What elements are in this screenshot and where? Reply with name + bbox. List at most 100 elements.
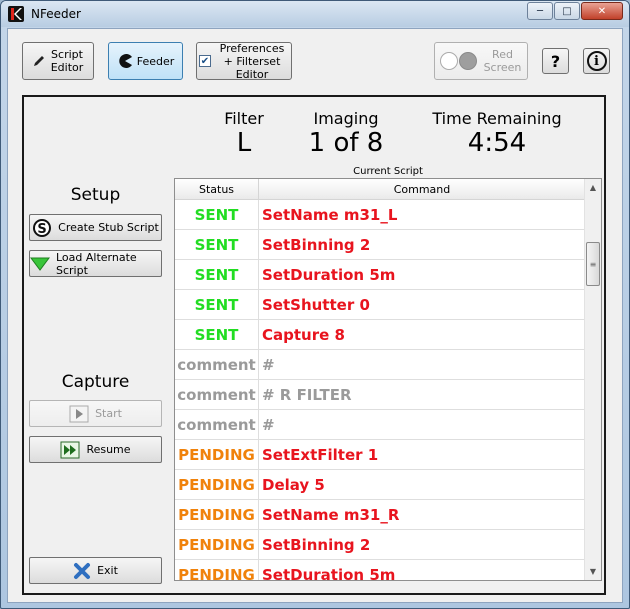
column-header-status[interactable]: Status xyxy=(175,179,259,199)
row-command: SetName m31_L xyxy=(262,205,398,224)
capture-heading: Capture xyxy=(61,372,130,392)
table-row[interactable]: SENT SetShutter 0 xyxy=(175,290,586,320)
preferences-label: Preferences + Filterset Editor xyxy=(219,41,285,81)
table-row[interactable]: PENDING SetName m31_R xyxy=(175,500,586,530)
title-bar[interactable]: NFeeder ─ □ ✕ xyxy=(1,1,629,27)
start-button[interactable]: Start xyxy=(29,400,162,427)
row-command: # R FILTER xyxy=(262,385,352,404)
table-row[interactable]: comment # xyxy=(175,350,586,380)
row-status: SENT xyxy=(175,230,259,259)
table-row[interactable]: comment # xyxy=(175,410,586,440)
create-stub-script-label: Create Stub Script xyxy=(58,221,159,234)
stub-s-icon: S xyxy=(32,218,52,238)
create-stub-script-button[interactable]: S Create Stub Script xyxy=(29,214,162,241)
filter-label: Filter xyxy=(224,109,264,128)
imaging-value: 1 of 8 xyxy=(308,128,384,158)
app-window: NFeeder ─ □ ✕ Script Editor Feeder ✔ Pre… xyxy=(0,0,630,609)
feeder-label: Feeder xyxy=(136,54,175,68)
time-remaining-value: 4:54 xyxy=(467,128,527,158)
row-status: PENDING xyxy=(175,530,259,559)
table-row[interactable]: SENT SetDuration 5m xyxy=(175,260,586,290)
play-icon xyxy=(69,405,89,423)
table-header: Status Command xyxy=(175,179,586,200)
table-row[interactable]: comment # R FILTER xyxy=(175,380,586,410)
row-status: SENT xyxy=(175,290,259,319)
maximize-icon: □ xyxy=(562,5,572,17)
filter-value: L xyxy=(236,128,252,158)
table-row[interactable]: PENDING Delay 5 xyxy=(175,470,586,500)
triangle-down-icon xyxy=(30,257,50,271)
row-status: PENDING xyxy=(175,560,259,580)
setup-heading: Setup xyxy=(70,185,121,205)
preferences-button[interactable]: ✔ Preferences + Filterset Editor xyxy=(196,41,292,81)
row-command: SetBinning 2 xyxy=(262,235,371,254)
scroll-down-icon[interactable]: ▼ xyxy=(585,563,601,580)
load-alternate-script-button[interactable]: Load Alternate Script xyxy=(29,250,162,277)
row-command: Delay 5 xyxy=(262,475,325,494)
table-row[interactable]: SENT SetBinning 2 xyxy=(175,230,586,260)
svg-text:S: S xyxy=(37,222,46,237)
row-command: # xyxy=(262,355,275,374)
scroll-thumb[interactable]: ≡ xyxy=(586,242,600,286)
script-table: Status Command SENT SetName m31_L SENT SetB… xyxy=(174,178,602,581)
row-command: SetDuration 5m xyxy=(262,565,396,581)
red-screen-label: Red Screen xyxy=(483,48,522,74)
row-status: SENT xyxy=(175,260,259,289)
window-controls: ─ □ ✕ xyxy=(526,2,623,20)
nfeeder-logo-icon xyxy=(8,6,24,22)
imaging-label: Imaging xyxy=(313,109,379,128)
row-status: comment xyxy=(175,410,259,439)
grip-icon: ≡ xyxy=(589,259,597,269)
minimize-button[interactable]: ─ xyxy=(527,2,553,20)
current-script-caption: Current Script xyxy=(353,166,423,177)
pencil-icon xyxy=(32,54,46,68)
row-command: SetName m31_R xyxy=(262,505,400,524)
table-row[interactable]: PENDING SetDuration 5m xyxy=(175,560,586,581)
maximize-button[interactable]: □ xyxy=(554,2,580,20)
fast-forward-icon xyxy=(60,441,80,459)
pacman-icon xyxy=(117,53,133,69)
check-icon: ✔ xyxy=(200,55,210,67)
row-command: Capture 8 xyxy=(262,325,345,344)
exit-button[interactable]: Exit xyxy=(29,557,162,584)
vertical-scrollbar[interactable]: ▲ ≡ ▼ xyxy=(584,179,601,580)
resume-button[interactable]: Resume xyxy=(29,436,162,463)
row-status: comment xyxy=(175,380,259,409)
row-status: PENDING xyxy=(175,500,259,529)
load-alternate-script-label: Load Alternate Script xyxy=(56,250,137,277)
table-row[interactable]: SENT Capture 8 xyxy=(175,320,586,350)
close-button[interactable]: ✕ xyxy=(581,2,623,20)
row-command: SetExtFilter 1 xyxy=(262,445,379,464)
script-rows: SENT SetName m31_L SENT SetBinning 2 SENT Set… xyxy=(175,200,586,581)
info-button[interactable]: i xyxy=(583,48,610,74)
script-editor-button[interactable]: Script Editor xyxy=(22,42,94,80)
info-icon: i xyxy=(586,51,607,71)
row-command: SetBinning 2 xyxy=(262,535,371,554)
feeder-panel: Filter L Imaging 1 of 8 Time Remaining 4… xyxy=(22,95,606,595)
toggle-switch-icon xyxy=(439,52,477,70)
column-header-command[interactable]: Command xyxy=(259,179,586,199)
start-label: Start xyxy=(95,407,122,420)
table-row[interactable]: PENDING SetExtFilter 1 xyxy=(175,440,586,470)
row-command: # xyxy=(262,415,275,434)
feeder-button[interactable]: Feeder xyxy=(108,42,183,80)
preferences-checkbox[interactable]: ✔ xyxy=(199,55,211,67)
row-status: comment xyxy=(175,350,259,379)
close-icon: ✕ xyxy=(597,5,607,17)
client-area: Script Editor Feeder ✔ Preferences + Fil… xyxy=(7,28,623,603)
row-status: SENT xyxy=(175,200,259,229)
table-row[interactable]: SENT SetName m31_L xyxy=(175,200,586,230)
time-remaining-label: Time Remaining xyxy=(432,109,562,128)
red-screen-toggle[interactable]: Red Screen xyxy=(434,42,528,80)
help-icon: ? xyxy=(550,51,561,71)
window-title: NFeeder xyxy=(31,7,81,21)
row-status: PENDING xyxy=(175,440,259,469)
row-status: PENDING xyxy=(175,470,259,499)
help-button[interactable]: ? xyxy=(542,48,569,74)
resume-label: Resume xyxy=(86,443,131,456)
minimize-icon: ─ xyxy=(536,5,544,17)
exit-label: Exit xyxy=(97,564,118,577)
scroll-up-icon[interactable]: ▲ xyxy=(585,179,601,196)
table-row[interactable]: PENDING SetBinning 2 xyxy=(175,530,586,560)
row-command: SetDuration 5m xyxy=(262,265,396,284)
